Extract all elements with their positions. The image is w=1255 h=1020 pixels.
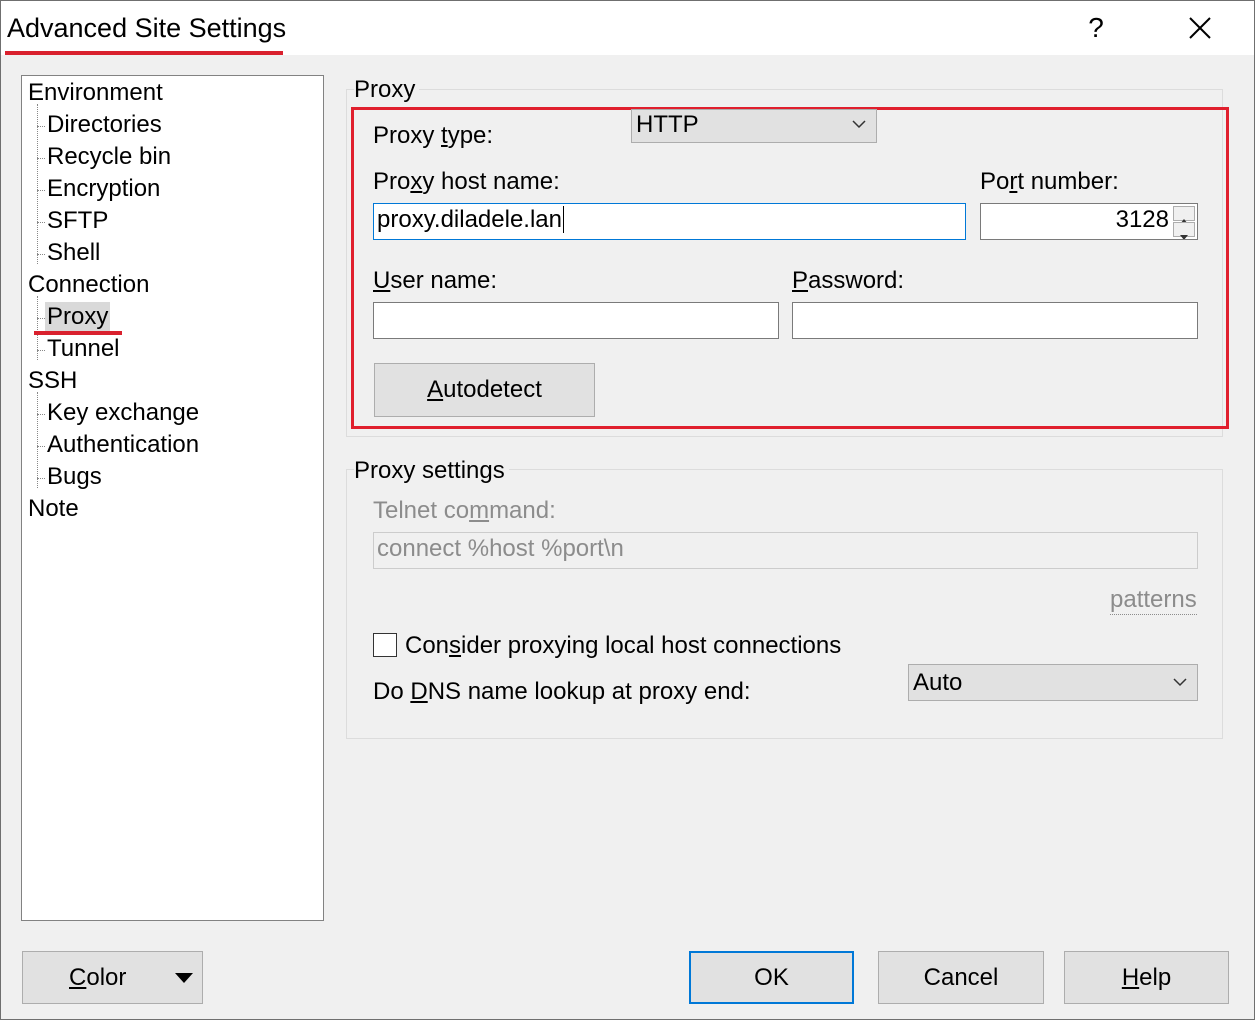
dns-lookup-select[interactable]: Auto [908, 664, 1198, 701]
help-title-button[interactable]: ? [1073, 5, 1119, 51]
tree-item-shell[interactable]: Shell [47, 238, 100, 268]
telnet-command-input: connect %host %port\n [373, 532, 1198, 569]
chevron-down-icon [852, 120, 866, 129]
tree-item-sftp[interactable]: SFTP [47, 206, 108, 236]
window-title: Advanced Site Settings [7, 13, 287, 43]
tree-branch [37, 318, 45, 319]
spin-up-button[interactable] [1173, 206, 1195, 224]
tree-branch [37, 446, 45, 447]
consider-local-checkbox[interactable] [373, 633, 397, 657]
dropdown-arrow-icon [175, 973, 193, 983]
patterns-link: patterns [1110, 586, 1197, 615]
title-highlight-underline [5, 51, 283, 55]
consider-local-label[interactable]: Consider proxying local host connections [405, 632, 841, 660]
tree-item-tunnel[interactable]: Tunnel [47, 334, 120, 364]
tree-item-environment[interactable]: Environment [28, 78, 163, 108]
proxy-host-label: Proxy host name: [373, 168, 560, 195]
tree-branch [37, 126, 45, 127]
port-number-value: 3128 [1115, 206, 1169, 233]
port-number-input[interactable]: 3128 [980, 203, 1198, 240]
password-label: Password: [792, 267, 905, 294]
port-number-label: Port number: [980, 168, 1119, 195]
close-icon [1189, 17, 1211, 39]
tree-branch [37, 158, 45, 159]
tree-item-directories[interactable]: Directories [47, 110, 162, 140]
close-button[interactable] [1177, 5, 1223, 51]
proxy-settings-group-label: Proxy settings [354, 457, 509, 485]
settings-tree[interactable]: Environment Directories Recycle bin Encr… [21, 75, 324, 921]
tree-branch [37, 350, 45, 351]
tree-item-proxy[interactable]: Proxy [45, 302, 111, 332]
tree-item-recycle-bin[interactable]: Recycle bin [47, 142, 171, 172]
tree-item-note[interactable]: Note [28, 494, 79, 524]
tree-branch [37, 254, 45, 255]
proxy-group-label: Proxy [354, 76, 420, 104]
tree-item-encryption[interactable]: Encryption [47, 174, 160, 204]
tree-branch [37, 414, 45, 415]
dns-lookup-label: Do DNS name lookup at proxy end: [373, 678, 751, 705]
user-name-input[interactable] [373, 302, 779, 339]
tree-branch [37, 190, 45, 191]
tree-connector [37, 392, 38, 488]
proxy-type-select[interactable]: HTTP [631, 109, 877, 143]
cancel-button[interactable]: Cancel [878, 951, 1044, 1004]
tree-branch [37, 478, 45, 479]
help-button[interactable]: Help [1064, 951, 1229, 1004]
autodetect-button[interactable]: Autodetect [374, 363, 595, 417]
password-input[interactable] [792, 302, 1198, 339]
user-name-label: User name: [373, 267, 498, 294]
title-bar: Advanced Site Settings ? [1, 1, 1254, 55]
tree-item-ssh[interactable]: SSH [28, 366, 77, 396]
advanced-site-settings-dialog: Advanced Site Settings ? Environment Dir… [0, 0, 1255, 1020]
proxy-host-input[interactable]: proxy.diladele.lan [373, 203, 966, 240]
dns-lookup-value: Auto [913, 669, 963, 696]
tree-item-key-exchange[interactable]: Key exchange [47, 398, 199, 428]
selection-highlight-underline [34, 331, 122, 335]
arrow-down-icon [1180, 235, 1188, 239]
proxy-type-label: Proxy type: [373, 122, 494, 149]
tree-item-connection[interactable]: Connection [28, 270, 149, 300]
proxy-type-value: HTTP [636, 111, 699, 138]
spin-down-button[interactable] [1173, 222, 1195, 239]
tree-connector [37, 104, 38, 264]
tree-item-authentication[interactable]: Authentication [47, 430, 199, 460]
color-button[interactable]: Color [22, 951, 203, 1004]
tree-item-bugs[interactable]: Bugs [47, 462, 102, 492]
ok-button[interactable]: OK [689, 951, 854, 1004]
telnet-command-label: Telnet command: [373, 497, 556, 524]
chevron-down-icon [1173, 678, 1187, 687]
tree-branch [37, 222, 45, 223]
